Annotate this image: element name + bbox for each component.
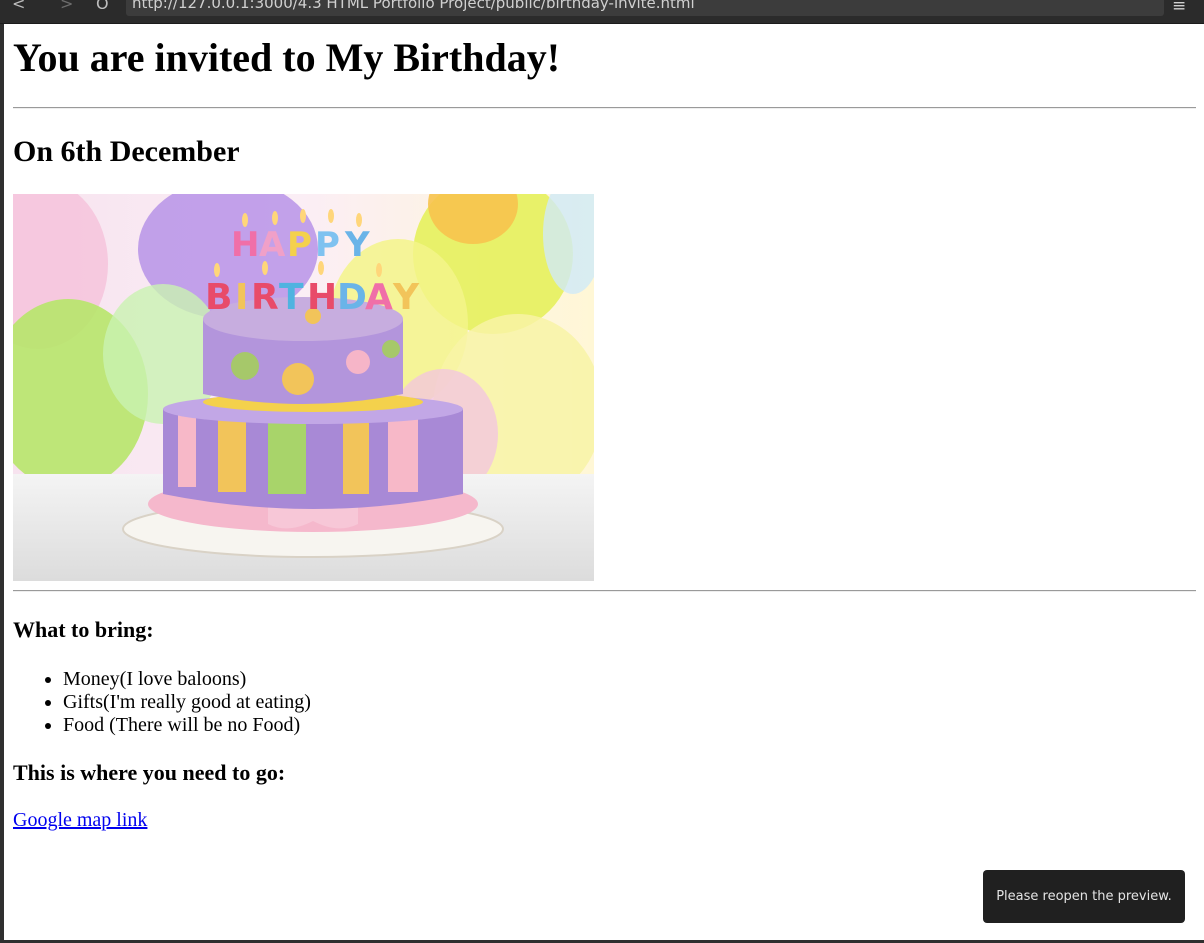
back-arrow-icon[interactable]: < bbox=[12, 0, 25, 13]
divider-bottom bbox=[13, 590, 1196, 592]
menu-icon[interactable]: ≡ bbox=[1172, 0, 1186, 16]
forward-arrow-icon[interactable]: > bbox=[60, 0, 73, 13]
svg-text:P: P bbox=[287, 225, 312, 265]
google-map-link[interactable]: Google map link bbox=[13, 809, 147, 832]
svg-text:T: T bbox=[279, 277, 304, 318]
location-heading: This is where you need to go: bbox=[13, 760, 286, 785]
list-item: Money(I love baloons) bbox=[63, 668, 311, 691]
svg-text:D: D bbox=[337, 277, 367, 318]
birthday-cake-image: H A P P Y B I R T H D A Y bbox=[13, 194, 594, 581]
svg-text:A: A bbox=[365, 277, 393, 318]
svg-text:B: B bbox=[205, 277, 232, 318]
svg-text:H: H bbox=[231, 225, 259, 265]
svg-text:Y: Y bbox=[344, 225, 370, 265]
bring-heading: What to bring: bbox=[13, 617, 154, 642]
address-bar[interactable]: http://127.0.0.1:3000/4.3 HTML Portfolio… bbox=[126, 0, 1164, 16]
list-item: Gifts(I'm really good at eating) bbox=[63, 691, 311, 714]
svg-text:P: P bbox=[315, 225, 340, 265]
browser-toolbar: < > O http://127.0.0.1:3000/4.3 HTML Por… bbox=[0, 0, 1204, 24]
window-frame-left bbox=[0, 24, 4, 943]
list-item: Food (There will be no Food) bbox=[63, 714, 311, 737]
date-heading: On 6th December bbox=[13, 135, 240, 168]
divider-top bbox=[13, 107, 1196, 109]
svg-text:H: H bbox=[307, 277, 337, 318]
svg-text:I: I bbox=[235, 277, 248, 318]
svg-text:A: A bbox=[259, 225, 286, 265]
svg-text:R: R bbox=[251, 277, 279, 318]
preview-toast: Please reopen the preview. bbox=[983, 870, 1185, 923]
reload-icon[interactable]: O bbox=[96, 0, 109, 13]
bring-list: Money(I love baloons) Gifts(I'm really g… bbox=[13, 668, 311, 737]
page-title: You are invited to My Birthday! bbox=[13, 35, 561, 80]
svg-text:Y: Y bbox=[392, 277, 420, 318]
